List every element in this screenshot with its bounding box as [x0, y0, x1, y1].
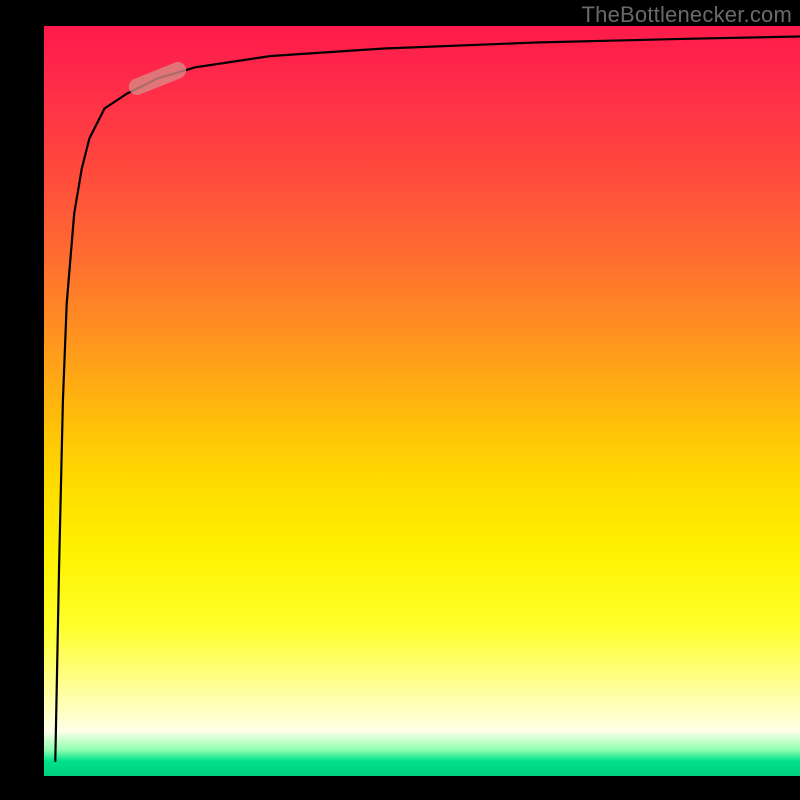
bottleneck-curve	[55, 37, 800, 762]
plot-area	[44, 26, 800, 776]
curve-layer	[44, 26, 800, 776]
curve-marker	[126, 60, 188, 98]
chart-frame: TheBottlenecker.com	[0, 0, 800, 800]
watermark-text: TheBottlenecker.com	[582, 2, 792, 28]
